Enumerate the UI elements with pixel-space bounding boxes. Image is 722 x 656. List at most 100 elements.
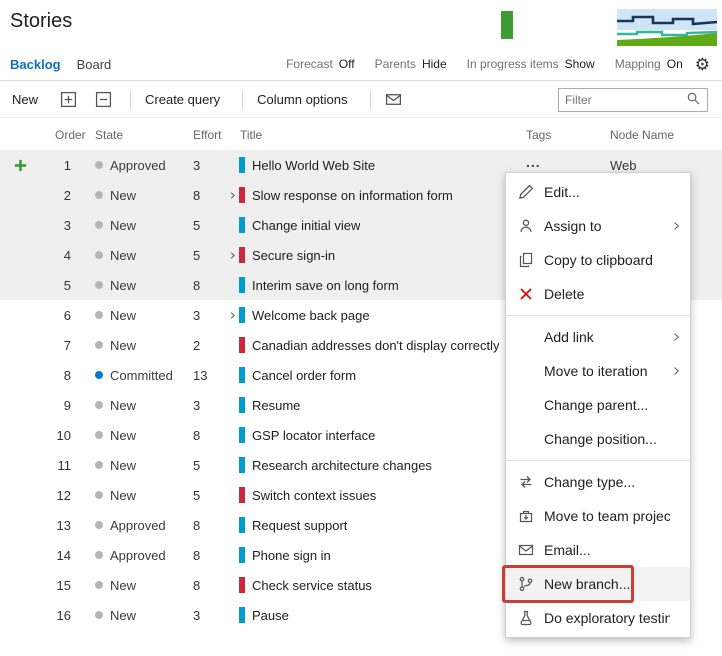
effort-cell: 8 [193,277,201,293]
view-option-forecast[interactable]: Forecast Off [286,57,354,71]
menu-item-label: Do exploratory testing [544,610,670,626]
row-gutter [0,158,40,173]
expand-chevron-icon[interactable] [225,311,239,320]
state-label: New [110,217,137,233]
pivot-bar: Backlog Board Forecast Off Parents Hide In pr… [0,48,722,81]
menu-item-email[interactable]: Email... [506,533,690,567]
work-item-title: Hello World Web Site [252,157,376,173]
order-cell: 2 [63,187,71,203]
order-cell: 3 [63,217,71,233]
state-cell: New [85,428,185,443]
column-options-button[interactable]: Column options [257,92,347,107]
work-item-title: Pause [252,607,289,623]
bug-type-bar [239,337,245,353]
title-cell: Secure sign-in [225,247,518,263]
column-header-order[interactable]: Order [40,128,86,142]
menu-item-edit[interactable]: Edit... [506,175,690,209]
person-icon [518,218,534,234]
state-cell: New [85,488,185,503]
story-type-bar [239,547,245,563]
order-cell: 15 [56,577,71,593]
collapse-all-icon[interactable] [95,91,112,108]
order-cell: 12 [56,487,71,503]
story-type-bar [239,517,245,533]
work-item-title: Change initial view [252,217,361,233]
state-dot [95,311,103,319]
create-query-button[interactable]: Create query [145,92,220,107]
menu-item-label: Change position... [544,431,657,447]
order-cell: 5 [63,277,71,293]
title-cell: Research architecture changes [225,457,518,473]
work-item-title: Canadian addresses don't display correct… [252,337,500,353]
toolbar: New Create query Column options [0,82,722,118]
work-item-title: Welcome back page [252,307,370,323]
state-label: New [110,487,137,503]
view-option-value: On [666,57,683,71]
submenu-slot [670,186,682,198]
view-option-in-progress-items[interactable]: In progress items Show [467,57,595,71]
settings-gear-icon[interactable]: ⚙ [695,56,710,73]
menu-item-move-to-iteration[interactable]: Move to iteration [506,354,690,388]
column-header-tags[interactable]: Tags [518,128,598,142]
tab-board[interactable]: Board [77,57,112,72]
toolbar-separator [242,91,244,108]
filter-input[interactable] [559,90,686,109]
column-header-node-name[interactable]: Node Name [598,128,722,142]
view-option-mapping[interactable]: Mapping On [615,57,683,71]
pivot-tabs: Backlog Board [10,57,111,72]
expand-chevron-icon[interactable] [225,251,239,260]
beaker-icon [518,610,534,626]
email-icon [518,542,534,558]
submenu-slot [670,578,682,590]
state-cell: New [85,278,185,293]
state-cell: New [85,338,185,353]
menu-item-add-link[interactable]: Add link [506,320,690,354]
state-cell: New [85,308,185,323]
column-header-title[interactable]: Title [225,128,518,142]
state-label: New [110,307,137,323]
state-cell: New [85,218,185,233]
toolbar-separator [369,91,371,108]
menu-item-do-exploratory-testing[interactable]: Do exploratory testing [506,601,690,635]
search-icon[interactable] [686,91,704,109]
view-option-value: Hide [421,57,447,71]
state-cell: Committed [85,368,185,383]
effort-cell: 3 [193,307,201,323]
velocity-mini-chart[interactable] [494,6,520,42]
menu-item-new-branch[interactable]: New branch... [502,565,690,603]
menu-item-copy-to-clipboard[interactable]: Copy to clipboard [506,243,690,277]
state-cell: Approved [85,548,185,563]
state-cell: Approved [85,518,185,533]
new-button[interactable]: New [12,92,38,107]
menu-icon-slot [518,363,534,379]
more-actions-icon[interactable]: ... [526,154,541,170]
title-cell: Switch context issues [225,487,518,503]
cumulative-flow-mini-chart[interactable] [617,4,718,46]
menu-separator [506,460,690,461]
view-option-label: In progress items [466,57,559,71]
column-header-effort[interactable]: Effort [185,128,225,142]
tab-backlog[interactable]: Backlog [10,57,61,72]
menu-item-change-parent[interactable]: Change parent... [506,388,690,422]
menu-item-change-position[interactable]: Change position... [506,422,690,456]
submenu-slot [670,288,682,300]
page-title: Stories [10,10,73,32]
view-option-parents[interactable]: Parents Hide [375,57,447,71]
title-cell: Cancel order form [225,367,518,383]
effort-cell: 5 [193,487,201,503]
column-header-state[interactable]: State [85,128,185,142]
view-option-label: Forecast [286,57,333,71]
add-item-icon[interactable] [13,158,28,173]
menu-item-assign-to[interactable]: Assign to [506,209,690,243]
email-icon[interactable] [385,91,402,108]
expand-chevron-icon[interactable] [225,191,239,200]
menu-item-label: Delete [544,286,585,302]
menu-item-change-type[interactable]: Change type... [506,465,690,499]
state-label: Committed [110,367,173,383]
work-item-title: Check service status [252,577,372,593]
order-cell: 4 [63,247,71,263]
menu-item-move-to-team-project[interactable]: Move to team project... [506,499,690,533]
menu-item-delete[interactable]: Delete [506,277,690,311]
expand-all-icon[interactable] [60,91,77,108]
title-cell: Canadian addresses don't display correct… [225,337,518,353]
